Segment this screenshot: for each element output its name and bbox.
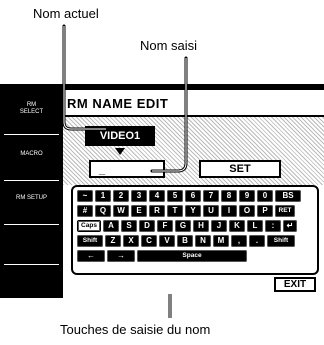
callout-leader-lines [62, 24, 188, 318]
